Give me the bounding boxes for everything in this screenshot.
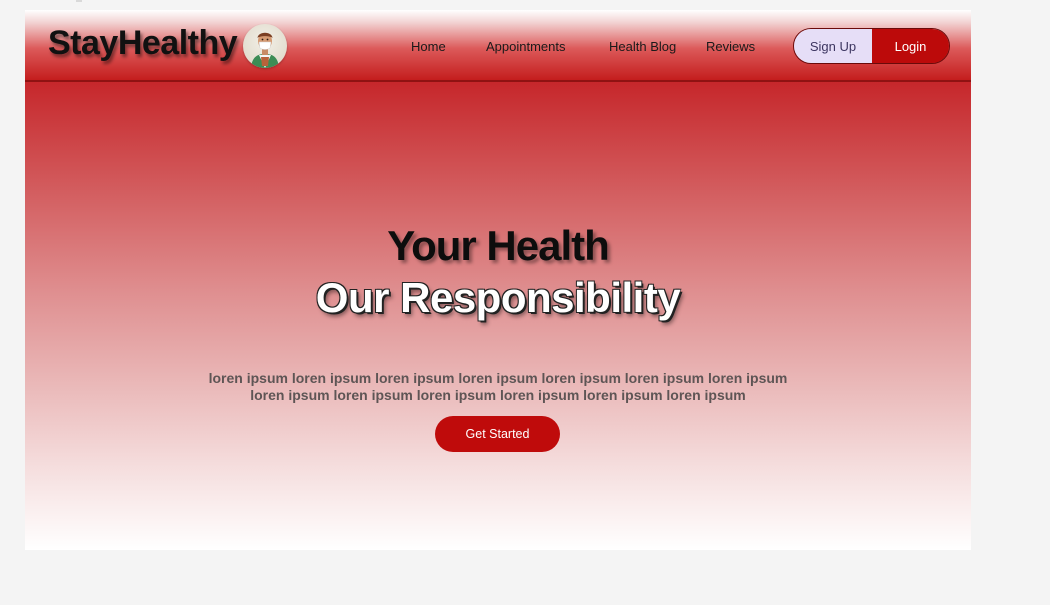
login-button[interactable]: Login bbox=[872, 29, 949, 63]
hero-description: loren ipsum loren ipsum loren ipsum lore… bbox=[25, 370, 971, 404]
hero-title-line2: Our Responsibility bbox=[315, 274, 681, 321]
sign-up-button[interactable]: Sign Up bbox=[794, 29, 872, 63]
top-left-mark bbox=[76, 0, 82, 2]
brand-logo[interactable]: StayHealthy bbox=[48, 24, 238, 63]
doctor-avatar-icon bbox=[243, 24, 287, 68]
get-started-button[interactable]: Get Started bbox=[435, 416, 560, 452]
hero-title-line1: Your Health bbox=[387, 222, 610, 269]
nav-reviews[interactable]: Reviews bbox=[706, 39, 755, 54]
auth-buttons: Sign Up Login bbox=[793, 28, 950, 64]
landing-page: StayHealthy Home Appointments Health Blo… bbox=[25, 10, 971, 550]
hero-description-line2: loren ipsum loren ipsum loren ipsum lore… bbox=[250, 387, 746, 403]
hero-description-line1: loren ipsum loren ipsum loren ipsum lore… bbox=[208, 370, 788, 386]
nav-appointments[interactable]: Appointments bbox=[486, 39, 566, 54]
navbar: StayHealthy Home Appointments Health Blo… bbox=[25, 10, 971, 82]
nav-home[interactable]: Home bbox=[411, 39, 446, 54]
hero-section: Your Health Our Responsibility loren ips… bbox=[25, 82, 971, 550]
nav-health-blog[interactable]: Health Blog bbox=[609, 39, 676, 54]
